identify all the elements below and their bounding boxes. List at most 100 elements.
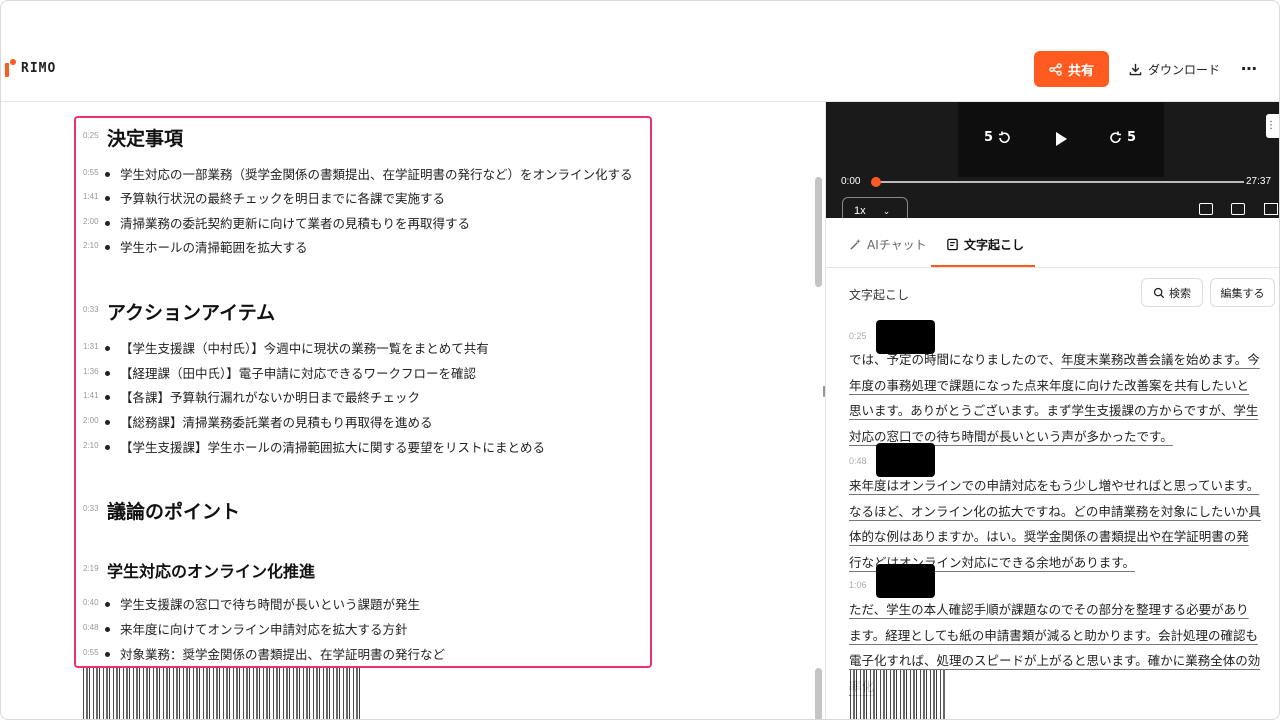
list-item-text: 【経理課（田中氏）】電子申請に対応できるワークフローを確認 [120, 366, 477, 381]
logo-text: RIMO [21, 60, 57, 76]
captions-icon[interactable] [1231, 203, 1245, 215]
list-item: 【経理課（田中氏）】電子申請に対応できるワークフローを確認 [105, 363, 476, 382]
panel-tabs: AIチャット 文字起こし [826, 218, 1279, 268]
bullet [105, 245, 110, 250]
timestamp[interactable]: 0:48 [83, 623, 99, 632]
section-title-discussion-points: 議論のポイント [107, 501, 241, 523]
timestamp[interactable]: 0:48 [849, 456, 867, 466]
bullet [105, 602, 110, 607]
video-player[interactable]: 5 5 0:00 27:37 1x ⌄ ⋮⋮ [826, 102, 1279, 218]
forward-seconds: 5 [1127, 130, 1137, 145]
search-label: 検索 [1169, 286, 1191, 300]
section-title-decisions: 決定事項 [107, 128, 184, 150]
list-item: 学生支援課の窓口で待ち時間が長いという課題が発生 [105, 594, 420, 613]
timestamp[interactable]: 0:25 [849, 331, 867, 341]
transcript-text: 来年度はオンラインでの申請対応をもう少し増やせればと思っています。なるほど、オン… [849, 473, 1261, 575]
image-add-icon[interactable] [1199, 203, 1213, 215]
download-button[interactable]: ダウンロード [1129, 59, 1220, 79]
tab-transcript[interactable]: 文字起こし [946, 236, 1024, 253]
bullet [105, 420, 110, 425]
transcript-title: 文字起こし [849, 288, 910, 302]
play-icon[interactable] [1056, 132, 1067, 146]
list-item: 対象業務：奨学金関係の書類提出、在学証明書の発行など [105, 644, 445, 663]
document-scrollbar-lower[interactable] [815, 668, 822, 719]
timestamp[interactable]: 0:25 [83, 131, 99, 140]
transcript-block: 0:48 来年度はオンラインでの申請対応をもう少し増やせればと思っています。なる… [849, 443, 1261, 570]
document-scrollbar[interactable] [815, 177, 822, 287]
list-item: 来年度に向けてオンライン申請対応を拡大する方針 [105, 619, 408, 638]
timestamp[interactable]: 2:10 [83, 241, 99, 250]
timestamp[interactable]: 1:41 [83, 192, 99, 201]
more-options-button[interactable]: ⋯ [1239, 57, 1259, 81]
bullet [105, 196, 110, 201]
rewind-seconds: 5 [984, 130, 994, 145]
timestamp[interactable]: 1:31 [83, 342, 99, 351]
timestamp[interactable]: 2:10 [83, 441, 99, 450]
subsection-title: 学生対応のオンライン化推進 [107, 562, 316, 581]
search-button[interactable]: 検索 [1141, 278, 1203, 307]
list-item-text: 【学生支援課（中村氏）】今週中に現状の業務一覧をまとめて共有 [120, 341, 489, 356]
list-item: 【各課】予算執行漏れがないか明日まで最終チェック [105, 387, 420, 406]
download-icon [1129, 63, 1142, 75]
timestamp[interactable]: 0:33 [83, 305, 99, 314]
transcript-text: では、予定の時間になりましたので、年度末業務改善会議を始めます。今年度の事務処理… [849, 347, 1261, 449]
right-panel: 5 5 0:00 27:37 1x ⌄ ⋮⋮ AIチャッ [826, 102, 1279, 719]
progress-knob[interactable] [871, 177, 881, 187]
tab-label: 文字起こし [964, 238, 1025, 252]
list-item: 学生対応の一部業務（奨学金関係の書類提出、在学証明書の発行など）をオンライン化す… [105, 164, 633, 183]
grid-menu-icon[interactable]: ⋮⋮ [1266, 114, 1279, 138]
bullet [105, 371, 110, 376]
app-window: RIMO 共有 ダウンロード ⋯ 0:25 決定事項 0:55 学生対応の一部業… [0, 0, 1280, 720]
top-header: RIMO 共有 ダウンロード ⋯ [1, 1, 1279, 102]
playback-speed-select[interactable]: 1x ⌄ [842, 197, 908, 218]
redacted-speaker [876, 564, 935, 598]
fullscreen-icon[interactable] [1264, 203, 1278, 215]
share-icon [1049, 62, 1062, 76]
tab-label: AIチャット [867, 238, 927, 252]
transcript-icon [947, 238, 958, 251]
timestamp[interactable]: 1:06 [849, 580, 867, 590]
share-label: 共有 [1067, 63, 1094, 79]
section-title-action-items: アクションアイテム [107, 302, 276, 324]
list-item-text: 対象業務：奨学金関係の書類提出、在学証明書の発行など [120, 647, 446, 662]
bullet [105, 221, 110, 226]
transcript-text-plain: では、予定の時間になりましたので、 [849, 352, 1062, 367]
bullet [105, 172, 110, 177]
progress-bar[interactable] [874, 181, 1244, 183]
timestamp[interactable]: 0:55 [83, 168, 99, 177]
edit-button[interactable]: 編集する [1210, 278, 1275, 307]
list-item: 学生ホールの清掃範囲を拡大する [105, 237, 308, 256]
timestamp[interactable]: 0:55 [83, 648, 99, 657]
obscured-content [83, 668, 361, 719]
list-item: 予算執行状況の最終チェックを明日までに各課で実施する [105, 188, 445, 207]
list-item: 【総務課】清掃業務委託業者の見積もり再取得を進める [105, 412, 433, 431]
transcript-text-underlined: 来年度はオンラインでの申請対応をもう少し増やせればと思っています。なるほど、オン… [849, 478, 1261, 570]
total-time: 27:37 [1246, 176, 1272, 187]
transcript-block: 0:25 では、予定の時間になりましたので、年度末業務改善会議を始めます。今年度… [849, 320, 1261, 444]
logo-mark-icon [5, 59, 16, 77]
timestamp[interactable]: 1:36 [83, 367, 99, 376]
tab-ai-chat[interactable]: AIチャット [849, 236, 927, 253]
timestamp[interactable]: 2:00 [83, 416, 99, 425]
rewind-button[interactable]: 5 [984, 130, 1011, 145]
rimo-logo[interactable]: RIMO [5, 59, 56, 77]
magic-wand-icon [850, 238, 861, 250]
search-icon [1153, 287, 1165, 298]
bullet [105, 652, 110, 657]
timestamp[interactable]: 2:19 [83, 564, 99, 573]
list-item-text: 【学生支援課】学生ホールの清掃範囲拡大に関する要望をリストにまとめる [120, 440, 546, 455]
list-item: 【学生支援課】学生ホールの清掃範囲拡大に関する要望をリストにまとめる [105, 437, 545, 456]
current-time: 0:00 [841, 176, 861, 187]
forward-icon [1110, 131, 1121, 143]
transcript-block: 1:06 ただ、学生の本人確認手順が課題なのでその部分を整理する必要があります。… [849, 564, 1261, 694]
forward-button[interactable]: 5 [1109, 130, 1136, 145]
timestamp[interactable]: 0:40 [83, 598, 99, 607]
bullet [105, 445, 110, 450]
share-button[interactable]: 共有 [1034, 51, 1109, 87]
timestamp[interactable]: 0:33 [83, 504, 99, 513]
summary-document: 0:25 決定事項 0:55 学生対応の一部業務（奨学金関係の書類提出、在学証明… [1, 102, 825, 719]
timestamp[interactable]: 1:41 [83, 391, 99, 400]
list-item-text: 来年度に向けてオンライン申請対応を拡大する方針 [120, 622, 408, 637]
bullet [105, 627, 110, 632]
timestamp[interactable]: 2:00 [83, 217, 99, 226]
